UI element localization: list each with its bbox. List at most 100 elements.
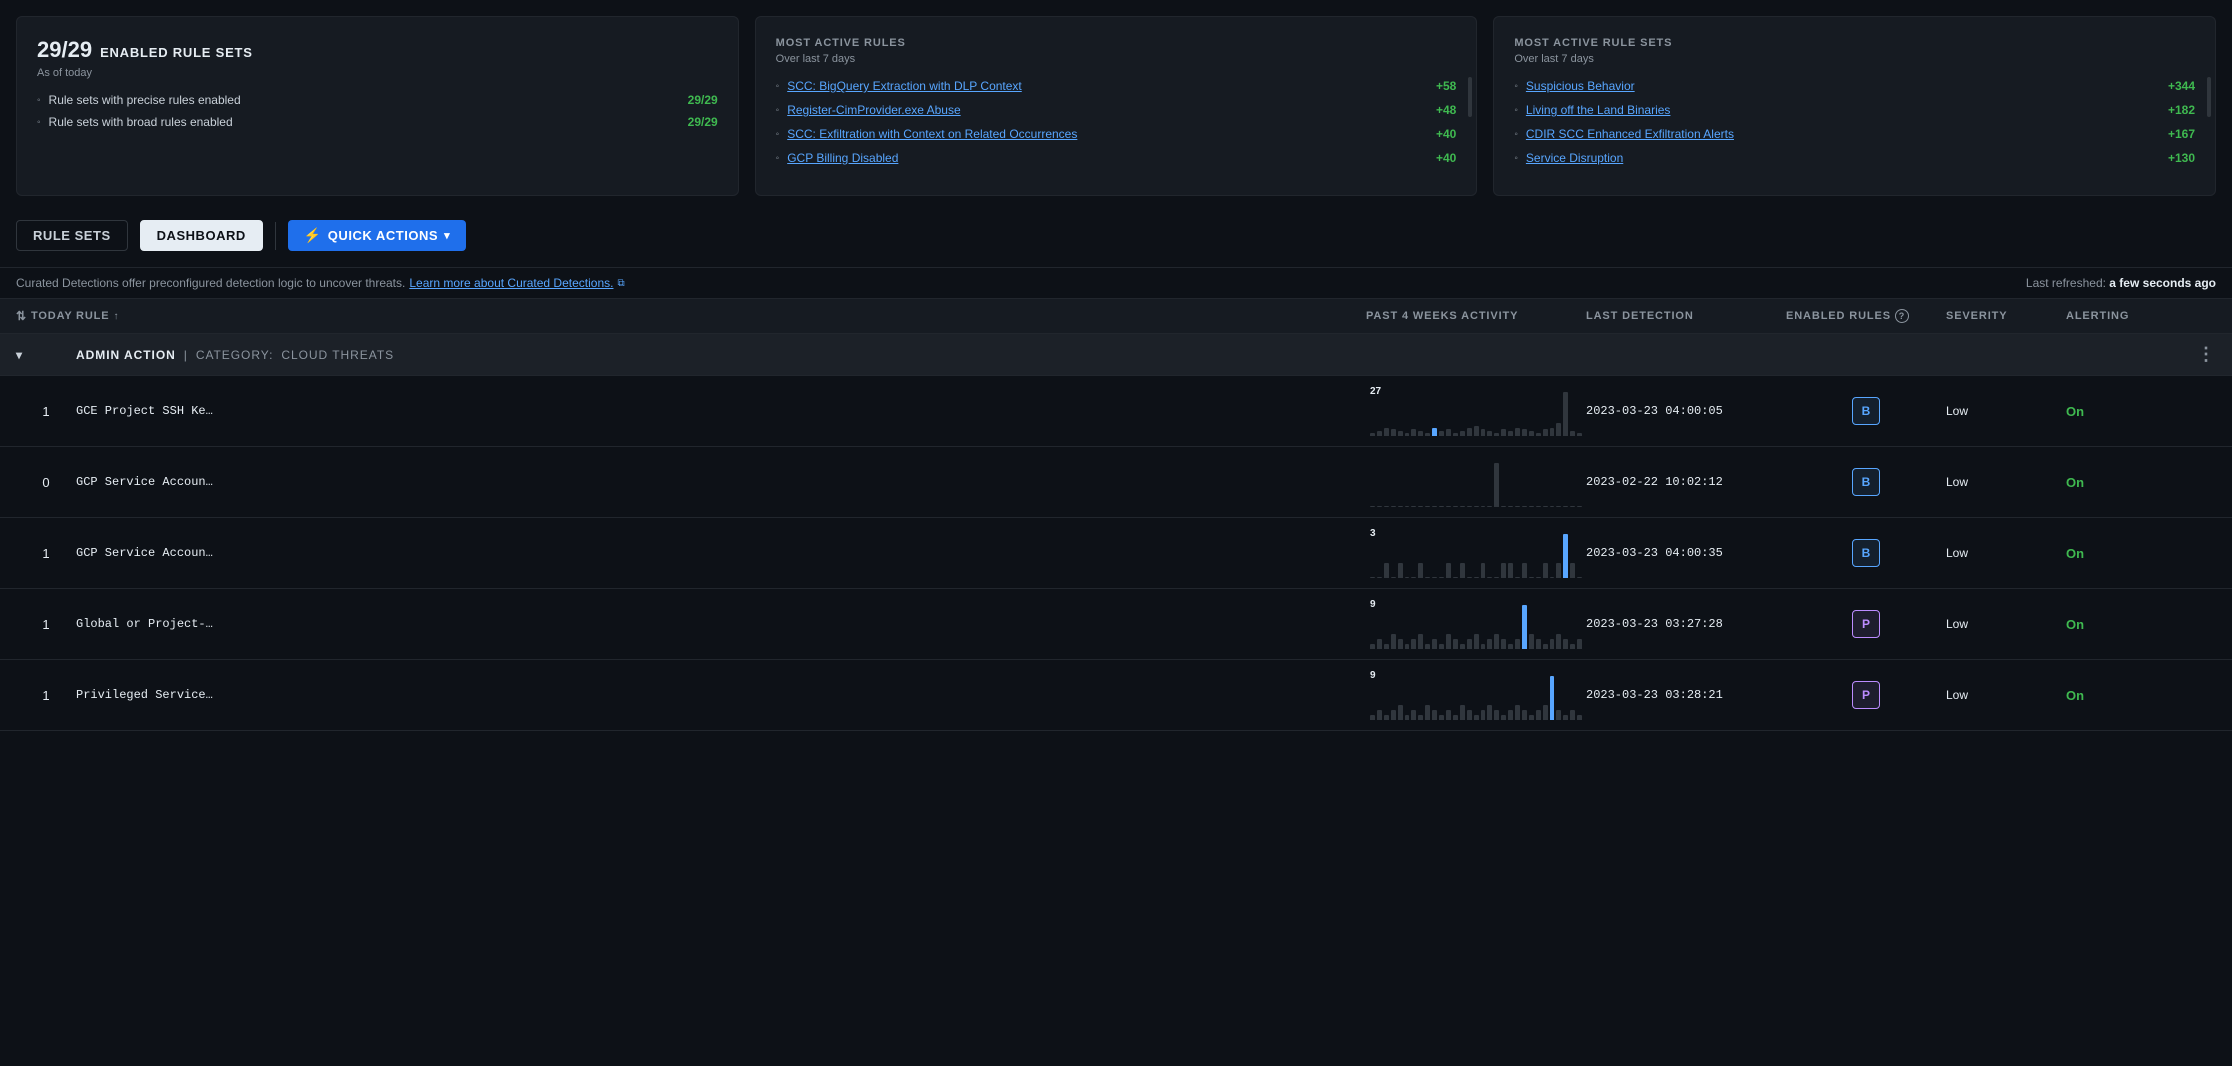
cell-today: 0 bbox=[16, 475, 76, 490]
rule-set-link[interactable]: CDIR SCC Enhanced Exfiltration Alerts bbox=[1526, 127, 2160, 141]
bullet-icon: ◦ bbox=[1514, 81, 1518, 92]
chart-bar bbox=[1501, 639, 1506, 649]
rule-set-link[interactable]: Service Disruption bbox=[1526, 151, 2160, 165]
chart-bar bbox=[1563, 392, 1568, 436]
quick-actions-button[interactable]: ⚡ QUICK ACTIONS ▾ bbox=[288, 220, 466, 251]
info-learn-more-link[interactable]: Learn more about Curated Detections. bbox=[409, 276, 613, 290]
chart-bar bbox=[1494, 710, 1499, 720]
cell-severity: Low bbox=[1946, 546, 2066, 560]
chart-bar bbox=[1543, 563, 1548, 578]
chart-bar bbox=[1522, 605, 1527, 649]
help-icon[interactable]: ? bbox=[1895, 309, 1909, 323]
chart-bar bbox=[1501, 506, 1506, 507]
rule-link[interactable]: Register-CimProvider.exe Abuse bbox=[787, 103, 1428, 117]
chart-bar bbox=[1494, 433, 1499, 436]
more-options-icon[interactable]: ⋮ bbox=[2186, 344, 2216, 365]
rule-item-count: 29/29 bbox=[688, 115, 718, 129]
cell-rule[interactable]: GCP Service Accoun… bbox=[76, 546, 1366, 560]
rule-count: +40 bbox=[1436, 151, 1456, 165]
chart-bar bbox=[1446, 710, 1451, 720]
col-severity-label: SEVERITY bbox=[1946, 310, 2007, 322]
refreshed-value: a few seconds ago bbox=[2109, 276, 2216, 290]
chart-bar bbox=[1425, 506, 1430, 507]
cell-alerting: On bbox=[2066, 688, 2186, 703]
chart-bar bbox=[1405, 433, 1410, 436]
cell-alerting: On bbox=[2066, 404, 2186, 419]
chart-bar bbox=[1487, 577, 1492, 578]
chart-bar bbox=[1453, 506, 1458, 507]
chart-bar bbox=[1377, 577, 1382, 578]
info-bar: Curated Detections offer preconfigured d… bbox=[0, 267, 2232, 298]
bullet-icon: ◦ bbox=[1514, 153, 1518, 164]
rule-item-count: 29/29 bbox=[688, 93, 718, 107]
chart-bar bbox=[1529, 431, 1534, 436]
cell-rule[interactable]: Privileged Service… bbox=[76, 688, 1366, 702]
chart-bar bbox=[1425, 433, 1430, 436]
enabled-badge: B bbox=[1852, 468, 1880, 496]
cell-severity: Low bbox=[1946, 688, 2066, 702]
collapse-all-icon[interactable]: ⇅ bbox=[16, 309, 27, 323]
chart-bar bbox=[1556, 563, 1561, 578]
chart-bar bbox=[1405, 577, 1410, 578]
chart-bar bbox=[1481, 563, 1486, 578]
chart-bar bbox=[1481, 710, 1486, 720]
group-category-label: | bbox=[184, 348, 188, 362]
chart-bar bbox=[1377, 431, 1382, 436]
dashboard-button[interactable]: DASHBOARD bbox=[140, 220, 263, 251]
group-chevron-icon[interactable]: ▾ bbox=[16, 348, 23, 362]
rule-set-link[interactable]: Suspicious Behavior bbox=[1526, 79, 2160, 93]
col-activity: PAST 4 WEEKS ACTIVITY bbox=[1366, 310, 1586, 322]
col-rule-label: RULE bbox=[76, 310, 109, 322]
chart-bar bbox=[1439, 577, 1444, 578]
rule-link[interactable]: SCC: BigQuery Extraction with DLP Contex… bbox=[787, 79, 1428, 93]
chart-bar bbox=[1418, 563, 1423, 578]
cell-rule[interactable]: Global or Project-… bbox=[76, 617, 1366, 631]
chart-bar bbox=[1494, 577, 1499, 578]
chart-bar bbox=[1529, 506, 1534, 507]
chart-bar bbox=[1543, 644, 1548, 649]
cell-detection: 2023-03-23 04:00:05 bbox=[1586, 404, 1786, 418]
rule-link[interactable]: SCC: Exfiltration with Context on Relate… bbox=[787, 127, 1428, 141]
most-active-rule-sets-title: MOST ACTIVE RULE SETS bbox=[1514, 37, 2195, 49]
cell-today: 1 bbox=[16, 404, 76, 419]
chart-peak-label: 27 bbox=[1370, 386, 1381, 397]
chart-bar bbox=[1536, 577, 1541, 578]
table-row: 0 GCP Service Accoun… 2023-02-22 10:02:1… bbox=[0, 447, 2232, 518]
cell-detection: 2023-03-23 03:28:21 bbox=[1586, 688, 1786, 702]
most-active-rules-title: MOST ACTIVE RULES bbox=[776, 37, 1457, 49]
chart-bar bbox=[1405, 644, 1410, 649]
chart-bar bbox=[1474, 634, 1479, 649]
chart-bar bbox=[1391, 710, 1396, 720]
enabled-badge: B bbox=[1852, 539, 1880, 567]
enabled-rule-sets-subtitle: As of today bbox=[37, 67, 718, 79]
list-item: ◦ CDIR SCC Enhanced Exfiltration Alerts … bbox=[1514, 127, 2195, 141]
cell-rule[interactable]: GCP Service Accoun… bbox=[76, 475, 1366, 489]
rule-link[interactable]: GCP Billing Disabled bbox=[787, 151, 1428, 165]
rule-count: +40 bbox=[1436, 127, 1456, 141]
chart-bar bbox=[1522, 429, 1527, 436]
chart-bar bbox=[1487, 705, 1492, 720]
chart-bar bbox=[1411, 710, 1416, 720]
chart-peak-label: 3 bbox=[1370, 528, 1376, 539]
rule-sets-button[interactable]: RULE SETS bbox=[16, 220, 128, 251]
cell-rule[interactable]: GCE Project SSH Ke… bbox=[76, 404, 1366, 418]
chart-bar bbox=[1481, 644, 1486, 649]
chart-bar bbox=[1411, 639, 1416, 649]
chart-bar bbox=[1474, 715, 1479, 720]
chart-bar bbox=[1391, 429, 1396, 436]
cell-activity bbox=[1366, 457, 1586, 507]
chart-bar bbox=[1577, 715, 1582, 720]
cell-severity: Low bbox=[1946, 404, 2066, 418]
rule-set-link[interactable]: Living off the Land Binaries bbox=[1526, 103, 2160, 117]
cell-activity: 27 bbox=[1366, 386, 1586, 436]
chart-bar bbox=[1453, 577, 1458, 578]
scrollbar[interactable] bbox=[2207, 77, 2211, 117]
chart-bar bbox=[1529, 577, 1534, 578]
mini-chart bbox=[1370, 534, 1582, 578]
chart-bar bbox=[1418, 506, 1423, 507]
col-rule[interactable]: RULE ↑ bbox=[76, 310, 1366, 322]
cell-today: 1 bbox=[16, 688, 76, 703]
cell-enabled: B bbox=[1786, 539, 1946, 567]
scrollbar[interactable] bbox=[1468, 77, 1472, 117]
chart-bar bbox=[1494, 634, 1499, 649]
